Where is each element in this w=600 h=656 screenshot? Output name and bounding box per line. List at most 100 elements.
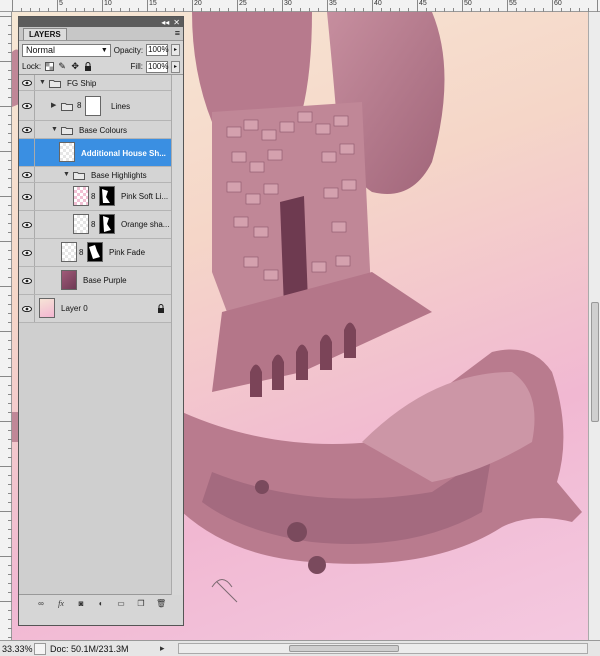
ruler-tick	[0, 466, 12, 467]
eye-icon[interactable]	[22, 127, 32, 133]
new-layer-icon[interactable]: ❐	[136, 599, 146, 609]
status-toggle[interactable]	[34, 642, 46, 655]
panel-menu-icon[interactable]: ≡	[175, 29, 180, 38]
horizontal-scroll-thumb[interactable]	[289, 645, 399, 652]
ruler-tick	[0, 196, 12, 197]
layer-thumbnail[interactable]	[59, 142, 75, 162]
eye-icon[interactable]	[22, 172, 32, 178]
zoom-level[interactable]: 33.33%	[0, 644, 33, 654]
ruler-tick	[372, 0, 373, 12]
chevron-down-icon: ▼	[100, 46, 108, 54]
layer-row-fg-ship[interactable]: ▼ FG Ship	[19, 75, 173, 91]
blend-mode-select[interactable]: Normal ▼	[22, 43, 111, 57]
adjustment-icon[interactable]: ◐	[96, 599, 106, 609]
layer-name: Layer 0	[61, 304, 88, 313]
expand-triangle-icon[interactable]: ▼	[39, 79, 47, 87]
ruler-tick	[462, 0, 463, 12]
ruler-number: 15	[149, 0, 157, 7]
ruler-tick	[327, 0, 328, 12]
mask-icon[interactable]: ◙	[76, 599, 86, 609]
eye-icon[interactable]	[22, 103, 32, 109]
new-group-icon[interactable]: ▭	[116, 599, 126, 609]
trash-icon[interactable]: 🗑	[156, 599, 166, 609]
status-bar: 33.33% Doc: 50.1M/231.3M ▸	[0, 640, 600, 656]
layer-row-lines[interactable]: ▶ 8 Lines	[19, 91, 173, 121]
layer-row-layer-0[interactable]: Layer 0	[19, 295, 173, 323]
ruler-tick	[0, 61, 12, 62]
layer-row-base-highlights[interactable]: ▼ Base Highlights	[19, 167, 173, 183]
blend-mode-value: Normal	[26, 45, 56, 55]
link-icon: 8	[77, 101, 82, 110]
collapse-icon[interactable]: ◂◂	[161, 18, 169, 27]
ruler-number: 5	[59, 0, 63, 7]
layer-list-scrollbar[interactable]	[171, 75, 183, 595]
eye-icon[interactable]	[22, 222, 32, 228]
ruler-number: 10	[104, 0, 112, 7]
opacity-stepper[interactable]: ▸	[171, 44, 180, 56]
ruler-tick	[0, 286, 12, 287]
fx-icon[interactable]: fx	[56, 599, 66, 609]
eye-icon[interactable]	[22, 306, 32, 312]
layer-name: Base Purple	[83, 276, 127, 285]
collapse-triangle-icon[interactable]: ▶	[51, 102, 59, 110]
opacity-label: Opacity:	[113, 45, 144, 55]
layer-list: ▼ FG Ship ▶ 8 Lines ▼ Base Colours Addit…	[19, 75, 183, 595]
vertical-scroll-thumb[interactable]	[591, 302, 599, 422]
eye-icon[interactable]	[22, 250, 32, 256]
ruler-number: 20	[194, 0, 202, 7]
lock-position-icon[interactable]: ✥	[70, 61, 80, 72]
ruler-tick	[57, 0, 58, 12]
ruler-number: 35	[329, 0, 337, 7]
layer-name: Base Highlights	[91, 171, 147, 180]
expand-triangle-icon[interactable]: ▼	[63, 171, 71, 179]
layer-name: Base Colours	[79, 126, 128, 135]
lock-transparent-icon[interactable]	[44, 62, 54, 72]
layer-thumbnail[interactable]	[61, 242, 77, 262]
ruler-tick	[192, 0, 193, 12]
eye-icon[interactable]	[22, 80, 32, 86]
tab-layers[interactable]: LAYERS	[23, 28, 67, 40]
ruler-tick	[282, 0, 283, 12]
layer-thumbnail[interactable]	[39, 298, 55, 318]
fill-input[interactable]: 100%	[146, 60, 168, 73]
layer-thumbnail[interactable]	[73, 214, 89, 234]
eye-icon[interactable]	[22, 194, 32, 200]
layer-row-pink-fade[interactable]: 8 Pink Fade	[19, 239, 173, 267]
layer-mask-thumbnail[interactable]	[99, 186, 115, 206]
layer-mask-thumbnail[interactable]	[87, 242, 103, 262]
lock-all-icon[interactable]	[83, 62, 93, 72]
layer-mask-thumbnail[interactable]	[85, 96, 101, 116]
layer-mask-thumbnail[interactable]	[99, 214, 115, 234]
panel-titlebar[interactable]: ◂◂ ✕	[19, 17, 183, 27]
ruler-tick	[0, 16, 12, 17]
fill-stepper[interactable]: ▸	[171, 60, 180, 73]
ruler-tick	[0, 331, 12, 332]
horizontal-scrollbar[interactable]	[178, 643, 588, 654]
layer-row-additional-house[interactable]: Additional House Sh...	[19, 139, 173, 167]
ruler-tick	[12, 0, 13, 12]
expand-triangle-icon[interactable]: ▼	[51, 126, 59, 134]
layer-name: Lines	[111, 102, 131, 111]
folder-icon	[73, 171, 85, 180]
layer-row-base-purple[interactable]: Base Purple	[19, 267, 173, 295]
ruler-tick	[552, 0, 553, 12]
layer-row-base-colours[interactable]: ▼ Base Colours	[19, 121, 173, 139]
folder-icon	[61, 126, 73, 135]
layer-thumbnail[interactable]	[73, 186, 89, 206]
opacity-input[interactable]: 100%	[146, 44, 169, 56]
ruler-number: 30	[284, 0, 292, 7]
link-icon: 8	[91, 220, 96, 229]
status-menu-arrow-icon[interactable]: ▸	[160, 643, 170, 654]
layer-row-orange-shade[interactable]: 8 Orange sha...	[19, 211, 173, 239]
ruler-number: 40	[374, 0, 382, 7]
eye-icon[interactable]	[22, 278, 32, 284]
layer-row-pink-soft-light[interactable]: 8 Pink Soft Li...	[19, 183, 173, 211]
lock-pixels-icon[interactable]: ✎	[57, 61, 67, 72]
vertical-scrollbar[interactable]	[588, 12, 600, 640]
doc-info: Doc: 50.1M/231.3M	[50, 643, 129, 654]
ruler-tick	[0, 151, 12, 152]
link-layers-icon[interactable]: ∞	[36, 599, 46, 609]
link-icon: 8	[91, 192, 96, 201]
layer-thumbnail[interactable]	[61, 270, 77, 290]
close-panel-icon[interactable]: ✕	[173, 18, 180, 27]
